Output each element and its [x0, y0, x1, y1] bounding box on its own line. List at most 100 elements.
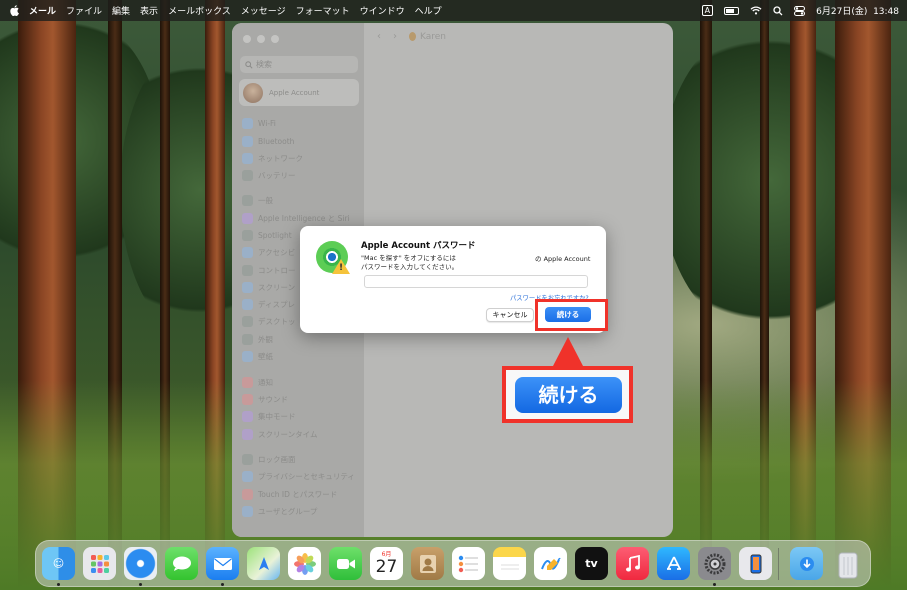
system-settings-icon[interactable]: [698, 547, 731, 580]
sidebar-item-battery[interactable]: バッテリー: [242, 168, 296, 182]
password-input[interactable]: [364, 275, 588, 288]
siri-icon: [242, 212, 253, 224]
calendar-day: 27: [375, 556, 398, 577]
focus-icon: [242, 410, 253, 422]
facetime-icon[interactable]: [329, 547, 362, 580]
sidebar-item-label: Spotlight: [258, 230, 292, 240]
control-center-icon: [242, 264, 253, 276]
search-placeholder: 検索: [256, 60, 272, 69]
reminders-icon[interactable]: [452, 547, 485, 580]
sidebar-item-apple-account[interactable]: Apple Account: [239, 79, 359, 106]
sidebar-item-focus[interactable]: 集中モード: [242, 409, 296, 423]
continue-callout: 続ける: [502, 366, 633, 423]
spotlight-search-icon[interactable]: [773, 5, 783, 16]
sidebar-item-label: ディスプレ: [258, 299, 295, 309]
warning-icon: [332, 259, 350, 274]
sidebar-item-users[interactable]: ユーザとグループ: [242, 504, 317, 518]
back-button[interactable]: ‹: [377, 31, 381, 42]
safari-icon[interactable]: [124, 547, 157, 580]
sidebar-item-label: ロック画面: [258, 454, 296, 464]
account-label: Apple Account: [269, 88, 320, 97]
sidebar-item-wifi[interactable]: Wi-Fi: [242, 116, 276, 130]
pane-title-text: Karen: [420, 31, 447, 42]
dialog-message-line2: パスワードを入力してください。: [361, 263, 459, 271]
sidebar-item-appearance[interactable]: 外観: [242, 332, 273, 346]
calendar-icon[interactable]: 6月 27: [370, 547, 403, 580]
notifications-icon: [242, 376, 253, 388]
sidebar-item-touch-id[interactable]: Touch ID とパスワード: [242, 487, 337, 501]
menu-edit[interactable]: 編集: [112, 4, 130, 17]
privacy-icon: [242, 470, 253, 482]
close-window-button[interactable]: [243, 35, 251, 43]
dock: ☺ 6月 27 tv: [35, 540, 871, 587]
finder-icon[interactable]: ☺: [42, 547, 75, 580]
battery-icon[interactable]: [724, 6, 740, 15]
sidebar-item-display[interactable]: ディスプレ: [242, 297, 295, 311]
apple-tv-icon[interactable]: tv: [575, 547, 608, 580]
sidebar-item-label: プライバシーとセキュリティ: [258, 471, 355, 481]
bluetooth-icon: [242, 135, 253, 147]
menu-window[interactable]: ウインドウ: [360, 4, 405, 17]
messages-icon[interactable]: [165, 547, 198, 580]
contacts-icon[interactable]: [411, 547, 444, 580]
sidebar-item-label: Bluetooth: [258, 136, 295, 146]
apple-menu-icon[interactable]: [10, 5, 19, 16]
sidebar-item-label: サウンド: [258, 394, 288, 404]
menu-mailbox[interactable]: メールボックス: [168, 4, 231, 17]
sidebar-item-screensaver[interactable]: スクリーン: [242, 280, 295, 294]
running-indicator: [57, 583, 60, 586]
freeform-icon[interactable]: [534, 547, 567, 580]
trash-icon[interactable]: [831, 547, 864, 580]
sidebar-item-network[interactable]: ネットワーク: [242, 151, 303, 165]
sidebar-item-desktop[interactable]: デスクトッ: [242, 314, 296, 328]
sidebar-item-bluetooth[interactable]: Bluetooth: [242, 134, 294, 148]
sidebar-item-notifications[interactable]: 通知: [242, 375, 273, 389]
downloads-icon[interactable]: [790, 547, 823, 580]
sound-icon: [242, 393, 253, 405]
mail-icon[interactable]: [206, 547, 239, 580]
menu-format[interactable]: フォーマット: [296, 4, 350, 17]
menu-app-name[interactable]: メール: [29, 4, 56, 17]
input-source-indicator[interactable]: A: [701, 5, 714, 16]
sidebar-item-lock-screen[interactable]: ロック画面: [242, 452, 296, 466]
menu-help[interactable]: ヘルプ: [415, 4, 442, 17]
avatar: [243, 82, 263, 103]
sidebar-item-privacy[interactable]: プライバシーとセキュリティ: [242, 469, 355, 483]
cancel-button[interactable]: キャンセル: [486, 308, 534, 322]
sidebar-item-spotlight[interactable]: Spotlight: [242, 228, 292, 242]
photos-icon[interactable]: [288, 547, 321, 580]
menu-message[interactable]: メッセージ: [241, 4, 286, 17]
sidebar-item-accessibility[interactable]: アクセシビ: [242, 245, 295, 259]
menu-view[interactable]: 表示: [140, 4, 158, 17]
wifi-icon[interactable]: [750, 6, 762, 15]
app-store-icon[interactable]: [657, 547, 690, 580]
iphone-mirroring-icon[interactable]: [739, 547, 772, 580]
sidebar-item-siri[interactable]: Apple Intelligence と Siri: [242, 211, 350, 225]
sidebar-item-wallpaper[interactable]: 壁紙: [242, 349, 273, 363]
forward-button[interactable]: ›: [393, 31, 397, 42]
zoom-window-button[interactable]: [271, 35, 279, 43]
sidebar-item-sound[interactable]: サウンド: [242, 392, 288, 406]
menu-file[interactable]: ファイル: [66, 4, 102, 17]
sidebar-item-label: ユーザとグループ: [258, 506, 318, 516]
minimize-window-button[interactable]: [257, 35, 265, 43]
settings-search-input[interactable]: 検索: [240, 56, 358, 73]
music-icon[interactable]: [616, 547, 649, 580]
notes-icon[interactable]: [493, 547, 526, 580]
spotlight-icon: [242, 229, 253, 241]
screen-time-icon: [242, 428, 253, 440]
sidebar-item-general[interactable]: 一般: [242, 193, 273, 207]
menu-clock[interactable]: 6月27日(金) 13:48: [816, 4, 899, 17]
sidebar-item-label: 外観: [258, 334, 273, 344]
desktop-icon: [242, 315, 253, 327]
accessibility-icon: [242, 246, 253, 258]
sidebar-item-control-center[interactable]: コントロー: [242, 263, 296, 277]
maps-icon[interactable]: [247, 547, 280, 580]
sidebar-item-label: 通知: [258, 377, 273, 387]
wifi-icon: [242, 117, 253, 129]
sidebar-item-label: コントロー: [258, 265, 296, 275]
launchpad-icon[interactable]: [83, 547, 116, 580]
appearance-icon: [242, 333, 253, 345]
sidebar-item-screen-time[interactable]: スクリーンタイム: [242, 427, 317, 441]
control-center-icon[interactable]: [794, 5, 806, 16]
